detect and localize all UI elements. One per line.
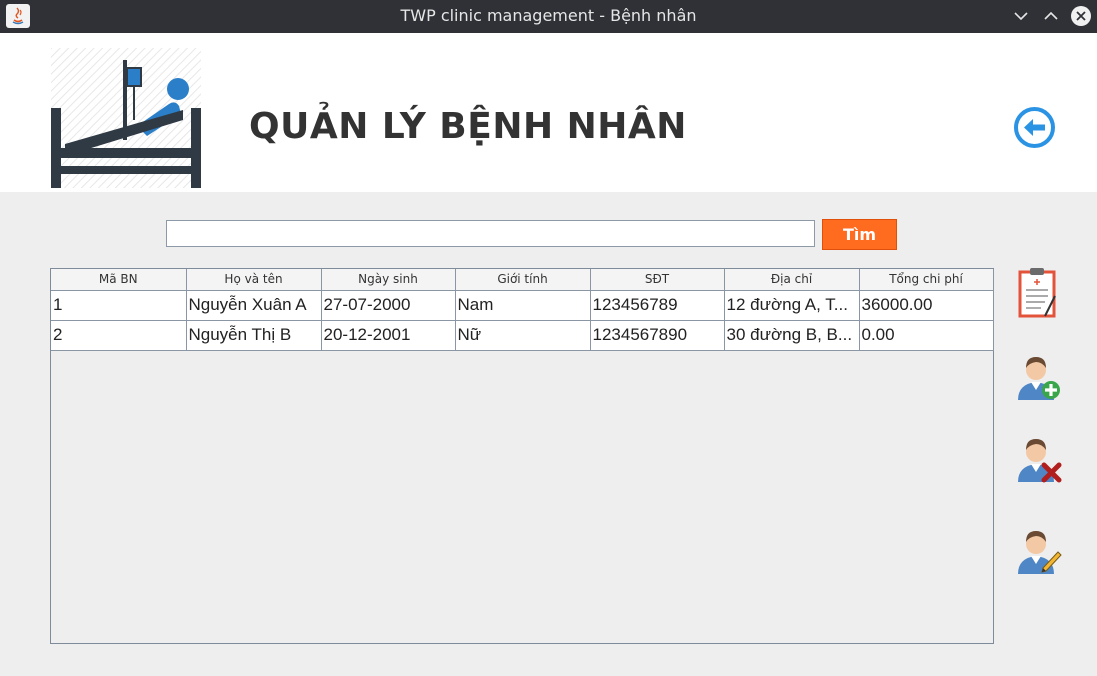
table-row[interactable]: 1 Nguyễn Xuân A 27-07-2000 Nam 123456789… <box>51 289 994 321</box>
minimize-icon[interactable] <box>1009 4 1033 28</box>
column-header-ma-bn[interactable]: Mã BN <box>51 269 187 291</box>
cell-dia-chi[interactable]: 12 đường A, T... <box>723 289 860 321</box>
page-title: QUẢN LÝ BỆNH NHÂN <box>249 106 687 147</box>
column-header-tong-chi-phi[interactable]: Tổng chi phí <box>858 269 994 291</box>
add-patient-icon[interactable] <box>1014 350 1062 402</box>
search-button[interactable]: Tìm <box>822 219 897 250</box>
table-header-row: Mã BN Họ và tên Ngày sinh Giới tính SĐT … <box>51 269 994 291</box>
cell-ngay-sinh[interactable]: 27-07-2000 <box>320 289 456 321</box>
page-header: QUẢN LÝ BỆNH NHÂN <box>0 33 1097 192</box>
cell-sdt[interactable]: 123456789 <box>589 289 725 321</box>
maximize-icon[interactable] <box>1039 4 1063 28</box>
cell-dia-chi[interactable]: 30 đường B, B... <box>723 319 860 351</box>
cell-ngay-sinh[interactable]: 20-12-2001 <box>320 319 456 351</box>
column-header-sdt[interactable]: SĐT <box>589 269 725 291</box>
column-header-ho-ten[interactable]: Họ và tên <box>185 269 322 291</box>
column-header-ngay-sinh[interactable]: Ngày sinh <box>320 269 456 291</box>
patient-table-container[interactable]: Mã BN Họ và tên Ngày sinh Giới tính SĐT … <box>50 268 994 644</box>
cell-tong-chi-phi[interactable]: 36000.00 <box>858 289 994 321</box>
medical-record-icon[interactable] <box>1017 266 1059 318</box>
cell-ma-bn[interactable]: 1 <box>51 289 187 321</box>
column-header-dia-chi[interactable]: Địa chỉ <box>723 269 860 291</box>
back-arrow-icon[interactable] <box>1013 106 1056 149</box>
window-title: TWP clinic management - Bệnh nhân <box>400 6 697 25</box>
cell-tong-chi-phi[interactable]: 0.00 <box>858 319 994 351</box>
search-input[interactable] <box>166 220 815 247</box>
column-header-gioi-tinh[interactable]: Giới tính <box>454 269 591 291</box>
close-icon[interactable] <box>1068 3 1094 29</box>
cell-sdt[interactable]: 1234567890 <box>589 319 725 351</box>
cell-gioi-tinh[interactable]: Nam <box>454 289 591 321</box>
patient-bed-icon <box>51 48 201 188</box>
cell-ho-ten[interactable]: Nguyễn Xuân A <box>185 289 322 321</box>
edit-patient-icon[interactable] <box>1014 524 1062 576</box>
patient-table: Mã BN Họ và tên Ngày sinh Giới tính SĐT … <box>51 269 994 351</box>
cell-gioi-tinh[interactable]: Nữ <box>454 319 591 351</box>
delete-patient-icon[interactable] <box>1014 432 1062 484</box>
table-row[interactable]: 2 Nguyễn Thị B 20-12-2001 Nữ 1234567890 … <box>51 319 994 351</box>
cell-ma-bn[interactable]: 2 <box>51 319 187 351</box>
window-titlebar: TWP clinic management - Bệnh nhân <box>0 0 1097 33</box>
cell-ho-ten[interactable]: Nguyễn Thị B <box>185 319 322 351</box>
